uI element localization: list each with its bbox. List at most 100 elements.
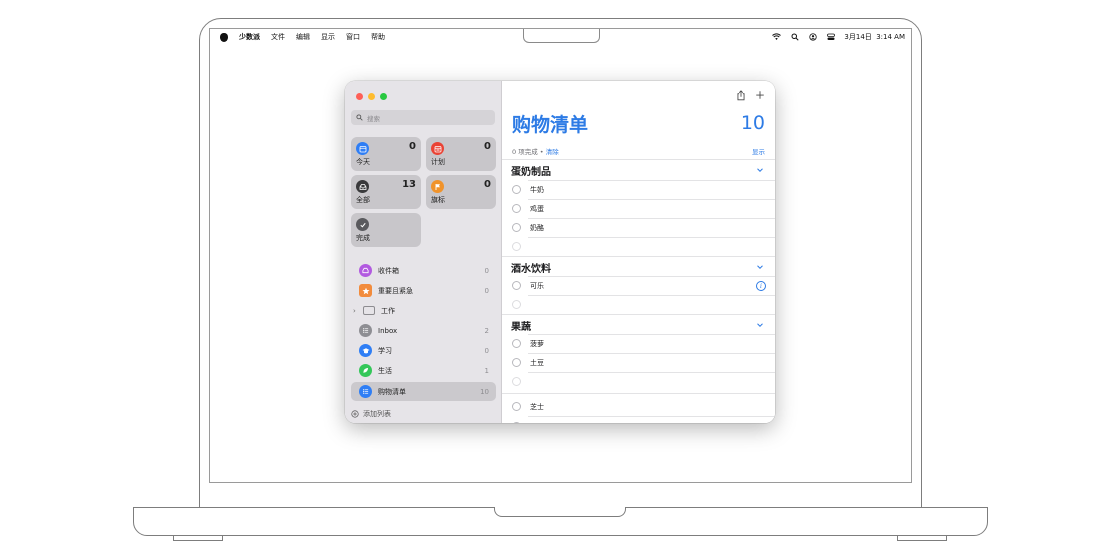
sidebar: 搜索 0 今天 0 计划 13 全部 0 旗标 完成 收件箱 0 重要且紧急 0…: [345, 81, 502, 423]
share-icon[interactable]: [735, 89, 747, 101]
new-reminder-placeholder[interactable]: [512, 372, 767, 391]
chevron-down-icon[interactable]: [755, 165, 765, 175]
star-icon: [359, 284, 372, 297]
spotlight-search-icon[interactable]: [790, 33, 799, 42]
new-reminder-placeholder[interactable]: [512, 237, 767, 256]
divider: [502, 393, 775, 394]
apple-logo-icon[interactable]: [220, 32, 228, 42]
reminder-title[interactable]: 可乐: [530, 281, 544, 291]
reminder-item[interactable]: 菠萝: [512, 334, 767, 353]
complete-checkbox[interactable]: [512, 185, 521, 194]
laptop-thumb-notch: [494, 507, 626, 517]
complete-checkbox[interactable]: [512, 204, 521, 213]
menu-help[interactable]: 帮助: [371, 32, 385, 42]
show-completed-button[interactable]: 显示: [752, 146, 765, 156]
sidebar-item-label: 重要且紧急: [378, 286, 413, 295]
menu-view[interactable]: 显示: [321, 32, 335, 42]
section-header[interactable]: 果蔬: [511, 316, 766, 335]
reminder-item[interactable]: 芝士: [512, 397, 767, 416]
separator: •: [539, 148, 544, 156]
add-list-button[interactable]: 添加列表: [351, 409, 391, 419]
section-header[interactable]: 蛋奶制品: [511, 161, 766, 180]
complete-checkbox[interactable]: [512, 422, 521, 423]
complete-checkbox: [512, 242, 521, 251]
wifi-icon[interactable]: [772, 33, 782, 42]
complete-checkbox[interactable]: [512, 223, 521, 232]
window-minimize-button[interactable]: [368, 93, 375, 100]
sidebar-item-label: Inbox: [378, 326, 398, 335]
inbox-tray-icon: [359, 264, 372, 277]
add-reminder-button[interactable]: [754, 89, 766, 101]
info-icon[interactable]: i: [756, 281, 766, 291]
menu-edit[interactable]: 编辑: [296, 32, 310, 42]
control-center-icon[interactable]: [826, 33, 835, 42]
sidebar-item-life[interactable]: 生活 1: [351, 361, 496, 380]
add-list-label: 添加列表: [363, 410, 391, 418]
reminder-item[interactable]: 鸡蛋: [512, 199, 767, 218]
plus-icon: [756, 91, 764, 99]
menu-file[interactable]: 文件: [271, 32, 285, 42]
complete-checkbox: [512, 300, 521, 309]
reminder-title[interactable]: 鸡蛋: [530, 204, 544, 214]
smart-list-completed[interactable]: 完成: [351, 213, 421, 247]
calendar-scheduled-icon: [431, 142, 444, 155]
smart-list-count: 0: [484, 179, 491, 190]
sidebar-item-count: 0: [484, 286, 489, 295]
menu-app-name[interactable]: 少数派: [239, 32, 260, 42]
user-icon[interactable]: [808, 33, 817, 42]
sidebar-item-important-urgent[interactable]: 重要且紧急 0: [351, 281, 496, 300]
list-title[interactable]: 购物清单: [512, 110, 588, 137]
tray-all-icon: [356, 180, 369, 193]
folder-icon: [363, 306, 375, 315]
graduation-cap-icon: [359, 344, 372, 357]
complete-checkbox: [512, 377, 521, 386]
list-count: 10: [740, 112, 765, 134]
smart-list-count: 0: [409, 141, 416, 152]
window-close-button[interactable]: [356, 93, 363, 100]
camera-notch: [523, 29, 600, 43]
laptop-foot-right: [897, 536, 947, 541]
reminder-title[interactable]: 牛奶: [530, 185, 544, 195]
sidebar-item-study[interactable]: 学习 0: [351, 341, 496, 360]
reminder-title[interactable]: 菠萝: [530, 339, 544, 349]
sidebar-item-inbox-list[interactable]: Inbox 2: [351, 321, 496, 340]
complete-checkbox[interactable]: [512, 281, 521, 290]
chevron-down-icon[interactable]: [755, 320, 765, 330]
laptop-hinge: [199, 490, 922, 508]
section-title: 酒水饮料: [511, 264, 551, 275]
reminder-title[interactable]: 土豆: [530, 358, 544, 368]
smart-list-all[interactable]: 13 全部: [351, 175, 421, 209]
complete-checkbox[interactable]: [512, 358, 521, 367]
sidebar-item-shopping-list[interactable]: 购物清单 10: [351, 382, 496, 401]
complete-checkbox[interactable]: [512, 402, 521, 411]
sidebar-item-count: 0: [484, 266, 489, 275]
sidebar-item-inbox[interactable]: 收件箱 0: [351, 261, 496, 280]
reminder-title[interactable]: 芝士: [530, 402, 544, 412]
smart-list-flagged[interactable]: 0 旗标: [426, 175, 496, 209]
reminder-item[interactable]: 奶酪: [512, 218, 767, 237]
complete-checkbox[interactable]: [512, 339, 521, 348]
new-reminder-placeholder[interactable]: [512, 295, 767, 314]
clear-completed-button[interactable]: 清除: [546, 148, 559, 156]
section-title: 果蔬: [511, 322, 531, 333]
sidebar-group-work[interactable]: › 工作: [351, 301, 496, 320]
menu-window[interactable]: 窗口: [346, 32, 360, 42]
smart-list-scheduled[interactable]: 0 计划: [426, 137, 496, 171]
chevron-right-icon[interactable]: ›: [353, 307, 360, 315]
sidebar-item-label: 生活: [378, 366, 392, 375]
reminder-item[interactable]: 可乐 i: [512, 276, 767, 295]
reminder-title[interactable]: 奶酪: [530, 223, 544, 233]
window-zoom-button[interactable]: [380, 93, 387, 100]
chevron-down-icon[interactable]: [755, 262, 765, 272]
reminder-item[interactable]: 牛奶: [512, 180, 767, 199]
section-title: 蛋奶制品: [511, 167, 551, 178]
smart-list-label: 全部: [356, 196, 370, 204]
smart-list-today[interactable]: 0 今天: [351, 137, 421, 171]
menu-clock[interactable]: 3月14日 3:14 AM: [844, 32, 905, 42]
reminder-item-partial[interactable]: [512, 417, 767, 423]
section-header[interactable]: 酒水饮料: [511, 258, 766, 277]
search-input[interactable]: 搜索: [351, 110, 495, 125]
reminder-item[interactable]: 土豆: [512, 353, 767, 372]
sidebar-item-label: 购物清单: [378, 387, 406, 396]
smart-list-label: 旗标: [431, 196, 445, 204]
